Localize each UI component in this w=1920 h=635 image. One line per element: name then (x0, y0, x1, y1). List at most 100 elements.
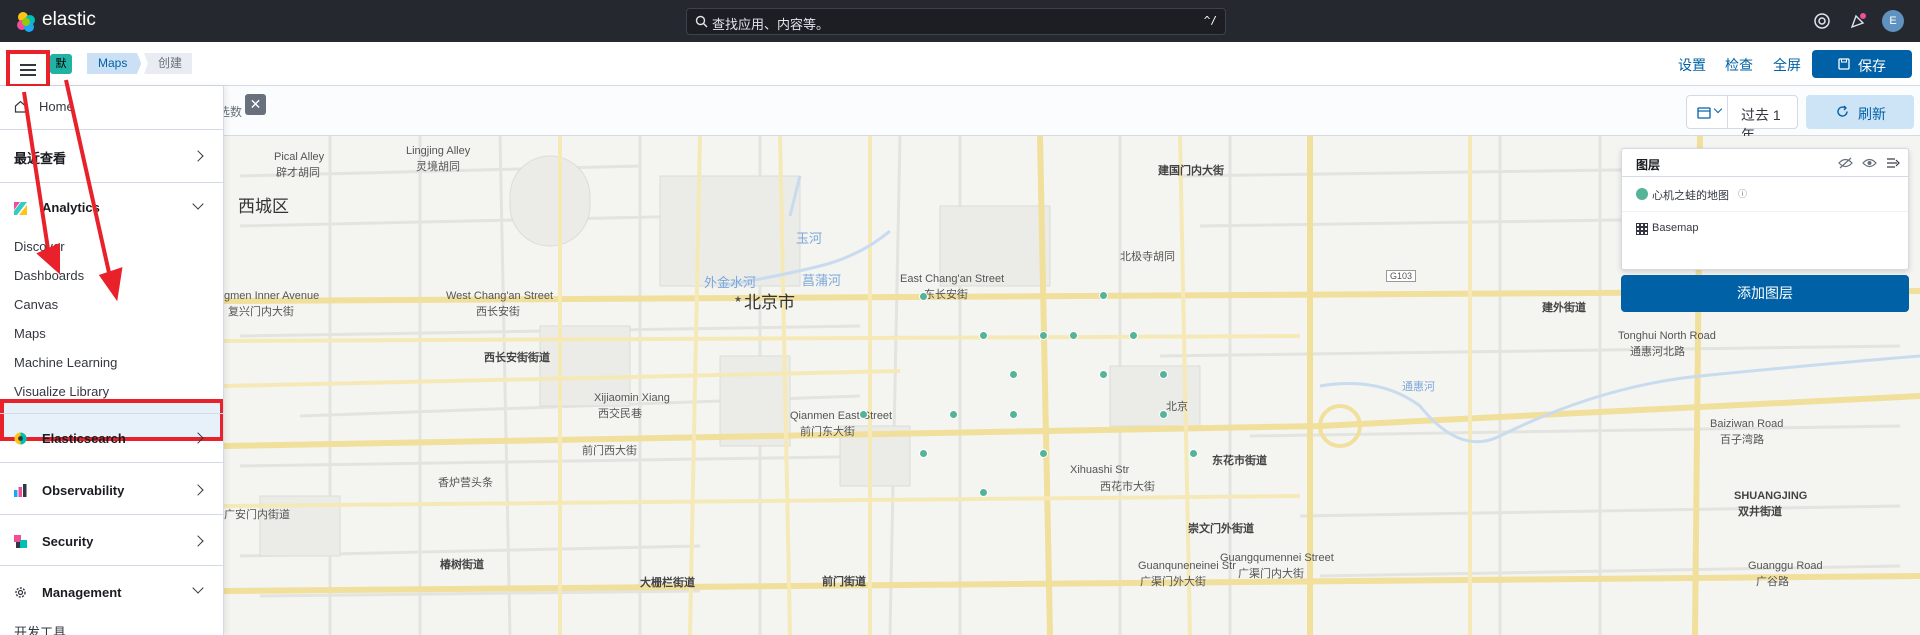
map-label-guanggu-cn: 广谷路 (1756, 576, 1789, 588)
inspect-link[interactable]: 检查 (1725, 55, 1753, 75)
map-point[interactable] (1159, 410, 1168, 419)
chevron-down-icon (1713, 104, 1723, 114)
map-label-xihuashi: Xihuashi Str (1070, 464, 1130, 476)
map-label-guanganmen: 广安门内街道 (224, 509, 290, 521)
map-point[interactable] (1159, 370, 1168, 379)
map-label-tonghui-cn: 通惠河北路 (1630, 346, 1685, 358)
eye-closed-icon[interactable] (1838, 157, 1853, 169)
map-label-qianmen-west: 前门西大街 (582, 445, 637, 457)
map-label-xijiaomin-cn: 西交民巷 (598, 408, 642, 420)
grid-icon (1636, 223, 1648, 235)
map-label-yuhe: 玉河 (796, 231, 823, 246)
map-point[interactable] (1009, 370, 1018, 379)
map-label-donghuashi: 东花市街道 (1212, 455, 1267, 467)
map-label-chongwenmen-waijie: 崇文门外街道 (1188, 523, 1254, 535)
map-point[interactable] (1009, 410, 1018, 419)
map-label-baiziwan-cn: 百子湾路 (1720, 434, 1764, 446)
map-label-xiangluying: 香炉营头条 (438, 477, 493, 489)
map-label-guangqumen-w: Guanquneneinei Str (1138, 560, 1236, 572)
map-label-fuxingmen-cn: 复兴门内大街 (228, 306, 294, 318)
map-label-jianguomen: 建国门内大街 (1158, 165, 1224, 177)
map-point[interactable] (919, 449, 928, 458)
map-label-east-changan: East Chang'an Street (900, 273, 1005, 285)
map-label-xichangan-sub: 西长安街街道 (484, 352, 550, 364)
map-label-chunshu: 椿树街道 (440, 559, 484, 571)
map-label-guangqumen: Guangqumennei Street (1220, 552, 1334, 564)
refresh-label: 刷新 (1858, 106, 1886, 122)
layer-name: 心机之蛙的地图 (1652, 190, 1729, 202)
map-label-beijing-station: 北京 (1166, 401, 1188, 413)
map-label-waijinshui: 外金水河 (704, 275, 757, 290)
map-label-dazhalan: 大栅栏街道 (640, 577, 695, 589)
map-label-guangqumen-w-cn: 广渠门外大街 (1140, 576, 1206, 588)
map-label-beijing: 北京市 (744, 293, 795, 312)
map-label-lingjing-cn: 灵境胡同 (416, 161, 460, 173)
map-label-xijiaomin: Xijiaomin Xiang (594, 392, 670, 404)
map-label-shuangjing-cn: 双井街道 (1738, 506, 1782, 518)
refresh-button[interactable]: 刷新 (1806, 95, 1914, 129)
layer-color-swatch (1636, 188, 1648, 200)
refresh-icon (1837, 105, 1848, 117)
layer-item-basemap[interactable]: Basemap (1622, 212, 1908, 246)
map-label-qianmen-cn: 前门东大街 (800, 426, 855, 438)
map-label-tonghui: Tonghui North Road (1618, 330, 1716, 342)
capital-star-icon: ★ (734, 294, 743, 304)
map-label-guanggu: Guanggu Road (1748, 560, 1823, 572)
top-header: elastic 查找应用、内容等。 ^/ E (0, 0, 1920, 42)
global-search-input[interactable]: 查找应用、内容等。 ^/ (686, 8, 1226, 35)
map-label-qianmen-jiedao: 前门街道 (822, 576, 866, 588)
map-point[interactable] (1039, 331, 1048, 340)
map-point[interactable] (1129, 331, 1138, 340)
layers-title: 图层 (1636, 158, 1661, 172)
fullscreen-link[interactable]: 全屏 (1773, 55, 1801, 75)
save-button[interactable]: 保存 (1812, 50, 1912, 78)
help-icon[interactable] (1813, 12, 1831, 30)
map-label-pical-cn: 辟才胡同 (276, 167, 320, 179)
map-label-lingjing: Lingjing Alley (406, 145, 471, 157)
search-shortcut: ^/ (1203, 14, 1217, 27)
settings-link[interactable]: 设置 (1678, 55, 1706, 75)
map-point[interactable] (979, 488, 988, 497)
app-header-bar (0, 42, 1920, 86)
save-label: 保存 (1858, 58, 1886, 74)
map-label-pical: Pical Alley (274, 151, 325, 163)
map-label-g103: G103 (1386, 270, 1417, 282)
map-label-west-changan-cn: 西长安街 (476, 306, 520, 318)
map-point[interactable] (1039, 449, 1048, 458)
layer-item-data[interactable]: 心机之蛙的地图 ⓘ (1622, 177, 1908, 211)
collapse-panel-icon[interactable] (1886, 157, 1900, 169)
map-point[interactable] (949, 410, 958, 419)
calendar-icon (1697, 107, 1711, 119)
map-label-qianmen-east: Qianmen East Street (790, 410, 893, 422)
map-label-beiji: 北极寺胡同 (1120, 251, 1175, 263)
map-label-tongzi: 通惠河 (1402, 381, 1435, 393)
map-label-baiziwan: Baiziwan Road (1710, 418, 1784, 430)
map-point[interactable] (859, 410, 868, 419)
add-layer-button[interactable]: 添加图层 (1621, 275, 1909, 312)
map-point[interactable] (1099, 291, 1108, 300)
map-label-fuxingmen: gmen Inner Avenue (224, 290, 320, 302)
save-icon (1838, 58, 1850, 70)
map-point[interactable] (1069, 331, 1078, 340)
layer-name: Basemap (1652, 222, 1699, 234)
map-point[interactable] (1099, 370, 1108, 379)
date-picker[interactable]: 过去 1 年 (1686, 95, 1798, 143)
info-icon: ⓘ (1738, 189, 1748, 199)
user-avatar[interactable]: E (1882, 10, 1904, 32)
map-label-xicheng: 西城区 (238, 197, 289, 216)
divider (1727, 96, 1728, 128)
map-point[interactable] (1189, 449, 1198, 458)
map-point[interactable] (979, 331, 988, 340)
layer-control-panel: 图层 心机之蛙的地图 ⓘ Basemap (1621, 148, 1909, 270)
annotation-arrows (22, 79, 123, 302)
search-icon (695, 15, 708, 28)
map-label-shuangjing: SHUANGJING (1734, 490, 1808, 502)
eye-icon[interactable] (1862, 157, 1877, 169)
map-point[interactable] (919, 292, 928, 301)
map-label-changpu: 菖蒲河 (802, 273, 842, 288)
news-feed-icon[interactable] (1849, 12, 1867, 30)
map-label-xihuashi-cn: 西花市大街 (1100, 481, 1155, 493)
query-bar: 选数 (0, 86, 1920, 136)
map-label-east-changan-cn: 东长安街 (924, 289, 968, 301)
close-nav-button[interactable]: ✕ (245, 94, 266, 115)
